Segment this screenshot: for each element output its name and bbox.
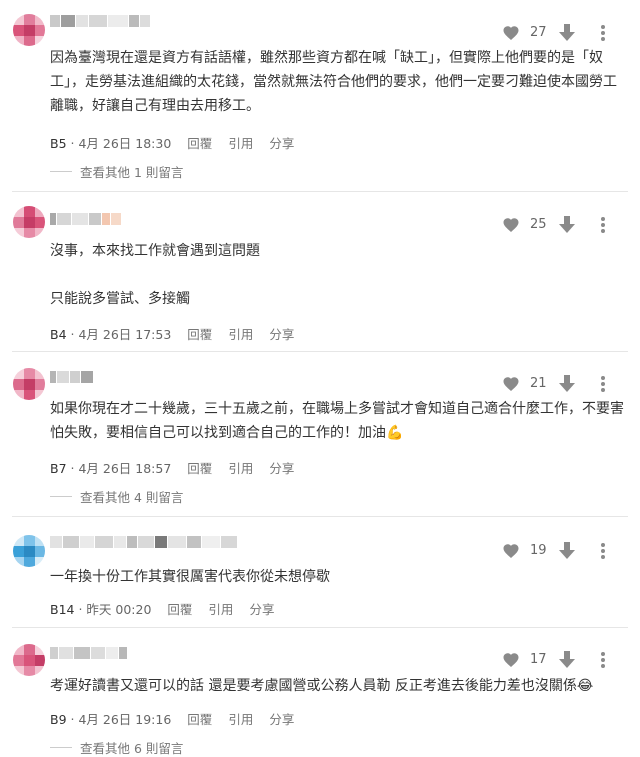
floor-number: B5 — [50, 136, 67, 151]
floor-number: B7 — [50, 461, 67, 476]
author-name-blurred[interactable] — [50, 645, 127, 661]
quote-button[interactable]: 引用 — [228, 461, 253, 476]
avatar[interactable] — [13, 368, 45, 400]
floor-number: B9 — [50, 712, 67, 727]
comment-text: 因為臺灣現在還是資方有話語權，雖然那些資方都在喊「缺工」，但實際上他們要的是「奴… — [50, 50, 617, 114]
heart-icon[interactable] — [502, 375, 520, 393]
author-name-blurred[interactable] — [50, 534, 237, 550]
more-options-icon[interactable] — [600, 23, 606, 43]
comment-footer: B5 ‧ 4月 26日 18:30 回覆 引用 分享 — [50, 136, 295, 151]
comment-b14: 19 一年換十份工作其實很厲害代表你從未想停歇 B14 ‧ 昨天 00:20 回覆… — [0, 517, 640, 627]
comment-text: 沒事，本來找工作就會遇到這問題 只能說多嘗試、多接觸 — [50, 243, 260, 307]
floor-number: B14 — [50, 602, 75, 617]
reply-button[interactable]: 回覆 — [187, 712, 212, 727]
view-more-replies[interactable]: 查看其他 6 則留言 — [50, 738, 183, 757]
comment-footer: B14 ‧ 昨天 00:20 回覆 引用 分享 — [50, 602, 275, 617]
view-more-label: 查看其他 6 則留言 — [80, 741, 184, 756]
comment-footer: B7 ‧ 4月 26日 18:57 回覆 引用 分享 — [50, 461, 295, 476]
comment-actions-top: 27 — [490, 21, 640, 45]
view-more-replies[interactable]: 查看其他 1 則留言 — [50, 162, 183, 181]
timestamp: 4月 26日 18:57 — [78, 461, 172, 476]
like-count: 17 — [530, 652, 547, 667]
comment-b7: 21 如果你現在才二十幾歲，三十五歲之前，在職場上多嘗試才會知道自己適合什麼工作… — [0, 352, 640, 517]
comment-text: 一年換十份工作其實很厲害代表你從未想停歇 — [50, 569, 330, 585]
comment-footer: B4 ‧ 4月 26日 17:53 回覆 引用 分享 — [50, 327, 295, 342]
reply-button[interactable]: 回覆 — [167, 602, 192, 617]
quote-button[interactable]: 引用 — [208, 602, 233, 617]
timestamp: 4月 26日 19:16 — [78, 712, 172, 727]
share-button[interactable]: 分享 — [249, 602, 274, 617]
view-more-replies[interactable]: 查看其他 4 則留言 — [50, 487, 183, 506]
share-button[interactable]: 分享 — [269, 461, 294, 476]
share-button[interactable]: 分享 — [269, 712, 294, 727]
heart-icon[interactable] — [502, 216, 520, 234]
comment-actions-top: 19 — [490, 539, 640, 563]
downvote-arrow-icon[interactable] — [558, 541, 576, 561]
quote-button[interactable]: 引用 — [228, 136, 253, 151]
heart-icon[interactable] — [502, 651, 520, 669]
downvote-arrow-icon[interactable] — [558, 215, 576, 235]
timestamp: 4月 26日 18:30 — [78, 136, 172, 151]
comment-actions-top: 17 — [490, 648, 640, 672]
like-count: 25 — [530, 217, 547, 232]
more-options-icon[interactable] — [600, 215, 606, 235]
author-name-blurred[interactable] — [50, 211, 121, 227]
comment-footer: B9 ‧ 4月 26日 19:16 回覆 引用 分享 — [50, 712, 295, 727]
like-count: 19 — [530, 543, 547, 558]
like-count: 21 — [530, 376, 547, 391]
divider-line — [50, 747, 72, 748]
floor-number: B4 — [50, 327, 67, 342]
downvote-arrow-icon[interactable] — [558, 374, 576, 394]
more-options-icon[interactable] — [600, 541, 606, 561]
avatar[interactable] — [13, 535, 45, 567]
comment-b9: 17 考運好讀書又還可以的話 還是要考慮國營或公務人員勒 反正考進去後能力差也沒… — [0, 628, 640, 756]
heart-icon[interactable] — [502, 24, 520, 42]
more-options-icon[interactable] — [600, 650, 606, 670]
like-count: 27 — [530, 25, 547, 40]
heart-icon[interactable] — [502, 542, 520, 560]
divider-line — [50, 496, 72, 497]
avatar[interactable] — [13, 644, 45, 676]
avatar[interactable] — [13, 14, 45, 46]
avatar[interactable] — [13, 206, 45, 238]
reply-button[interactable]: 回覆 — [187, 327, 212, 342]
share-button[interactable]: 分享 — [269, 136, 294, 151]
comment-text: 如果你現在才二十幾歲，三十五歲之前，在職場上多嘗試才會知道自己適合什麼工作，不要… — [50, 401, 624, 441]
timestamp: 4月 26日 17:53 — [78, 327, 172, 342]
comment-b5: 27 因為臺灣現在還是資方有話語權，雖然那些資方都在喊「缺工」，但實際上他們要的… — [0, 0, 640, 190]
divider-line — [50, 171, 72, 172]
author-name-blurred[interactable] — [50, 13, 150, 29]
comment-actions-top: 25 — [490, 213, 640, 237]
reply-button[interactable]: 回覆 — [187, 461, 212, 476]
comment-text: 考運好讀書又還可以的話 還是要考慮國營或公務人員勒 反正考進去後能力差也沒關係😂 — [50, 678, 594, 694]
view-more-label: 查看其他 4 則留言 — [80, 490, 184, 505]
quote-button[interactable]: 引用 — [228, 712, 253, 727]
timestamp: 昨天 00:20 — [86, 602, 152, 617]
comment-b4: 25 沒事，本來找工作就會遇到這問題 只能說多嘗試、多接觸 B4 ‧ 4月 26… — [0, 192, 640, 350]
share-button[interactable]: 分享 — [269, 327, 294, 342]
downvote-arrow-icon[interactable] — [558, 23, 576, 43]
downvote-arrow-icon[interactable] — [558, 650, 576, 670]
more-options-icon[interactable] — [600, 374, 606, 394]
reply-button[interactable]: 回覆 — [187, 136, 212, 151]
quote-button[interactable]: 引用 — [228, 327, 253, 342]
view-more-label: 查看其他 1 則留言 — [80, 165, 184, 180]
comment-actions-top: 21 — [490, 372, 640, 396]
author-name-blurred[interactable] — [50, 369, 93, 385]
